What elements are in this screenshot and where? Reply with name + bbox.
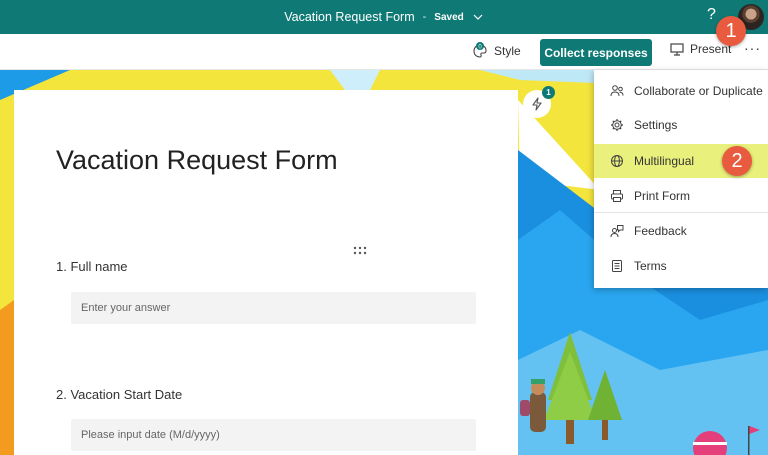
- menu-item-label: Terms: [634, 259, 667, 273]
- question-label: 1. Full name: [56, 259, 128, 274]
- lightning-icon: [532, 97, 542, 111]
- step-callout-1: 1: [716, 16, 746, 46]
- globe-icon: [611, 155, 623, 167]
- form-name[interactable]: Vacation Request Form: [284, 10, 414, 24]
- menu-item-label: Collaborate or Duplicate: [634, 84, 763, 98]
- present-button[interactable]: Present: [670, 42, 731, 56]
- save-status: Saved: [434, 11, 464, 23]
- start-date-input[interactable]: Please input date (M/d/yyyy): [71, 419, 476, 451]
- document-icon: [612, 260, 622, 272]
- menu-item-print-form[interactable]: Print Form: [594, 179, 768, 213]
- style-button[interactable]: 0 Style: [472, 42, 521, 60]
- chevron-down-icon[interactable]: [472, 11, 484, 23]
- drag-handle-icon[interactable]: [352, 246, 368, 256]
- menu-item-terms[interactable]: Terms: [594, 249, 768, 283]
- more-options-menu: Collaborate or Duplicate Settings Multil…: [594, 70, 768, 288]
- title-separator: -: [422, 11, 427, 23]
- menu-item-settings[interactable]: Settings: [594, 108, 768, 142]
- palette-icon: 0: [473, 42, 487, 58]
- printer-icon: [611, 189, 623, 202]
- form-title[interactable]: Vacation Request Form: [56, 145, 338, 176]
- top-bar: Vacation Request Form - Saved ?: [0, 0, 768, 34]
- question-label: 2. Vacation Start Date: [56, 387, 183, 402]
- feedback-icon: [610, 225, 624, 238]
- menu-item-label: Multilingual: [634, 154, 695, 168]
- menu-item-collaborate[interactable]: Collaborate or Duplicate: [594, 74, 768, 108]
- menu-item-label: Feedback: [634, 224, 687, 238]
- command-bar: 0 Style Collect responses Present ···: [0, 34, 768, 70]
- style-label: Style: [494, 44, 521, 58]
- full-name-input[interactable]: Enter your answer: [71, 292, 476, 324]
- step-callout-2: 2: [722, 146, 752, 176]
- ideas-badge: 1: [542, 86, 555, 99]
- title-area[interactable]: Vacation Request Form - Saved: [0, 0, 768, 34]
- form-card: Vacation Request Form 1. Full name Enter…: [14, 90, 518, 455]
- menu-item-label: Settings: [634, 118, 678, 132]
- menu-item-label: Print Form: [634, 188, 691, 203]
- monitor-icon: [670, 42, 684, 56]
- gear-icon: [611, 119, 623, 131]
- people-icon: [610, 85, 624, 97]
- more-options-button[interactable]: ···: [744, 40, 761, 56]
- collect-responses-button[interactable]: Collect responses: [540, 39, 652, 66]
- menu-item-feedback[interactable]: Feedback: [594, 214, 768, 248]
- help-icon[interactable]: ?: [707, 6, 716, 24]
